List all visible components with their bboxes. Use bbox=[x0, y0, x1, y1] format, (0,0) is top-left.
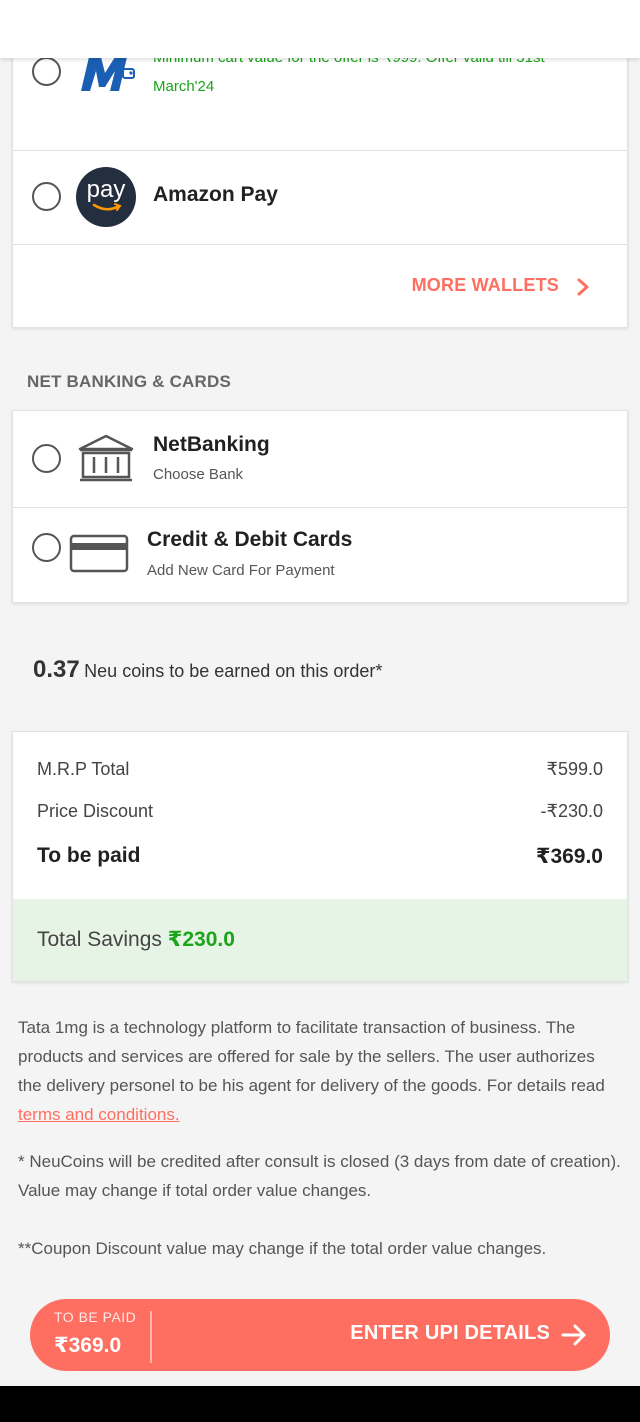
amazon-pay-label: Amazon Pay bbox=[153, 183, 278, 206]
credit-card-icon bbox=[69, 534, 129, 573]
price-discount-label: Price Discount bbox=[37, 801, 154, 821]
pay-bar-cta: ENTER UPI DETAILS bbox=[350, 1322, 550, 1344]
terms-link[interactable]: terms and conditions. bbox=[18, 1105, 180, 1124]
neucoins-note: * NeuCoins will be credited after consul… bbox=[18, 1152, 621, 1200]
amazon-pay-logo-text: pay bbox=[86, 176, 126, 203]
chevron-right-icon bbox=[577, 278, 589, 296]
mobikwik-offer-line: March'24 bbox=[153, 78, 215, 95]
enter-upi-details-button[interactable]: TO BE PAID ₹369.0 ENTER UPI DETAILS bbox=[30, 1299, 610, 1371]
mrp-total-value: ₹599.0 bbox=[546, 759, 604, 779]
price-discount-row: Price Discount -₹230.0 bbox=[37, 801, 603, 822]
top-app-bar bbox=[0, 0, 640, 58]
amazon-pay-radio[interactable] bbox=[32, 182, 61, 211]
price-summary-card: M.R.P Total ₹599.0 Price Discount -₹230.… bbox=[12, 731, 628, 982]
to-be-paid-label: To be paid bbox=[37, 844, 141, 867]
mrp-total-row: M.R.P Total ₹599.0 bbox=[37, 759, 603, 780]
pay-bar-label: TO BE PAID bbox=[54, 1309, 137, 1325]
netbanking-radio[interactable] bbox=[32, 444, 61, 473]
total-savings-value: ₹230.0 bbox=[167, 928, 235, 951]
total-savings-label: Total Savings bbox=[37, 928, 162, 951]
mrp-total-label: M.R.P Total bbox=[37, 759, 130, 779]
neucoins-value: 0.37 bbox=[33, 656, 80, 683]
bank-icon bbox=[78, 434, 134, 482]
mobikwik-radio[interactable] bbox=[32, 57, 61, 86]
amazon-smile-icon bbox=[92, 203, 122, 211]
pay-bar-amount: ₹369.0 bbox=[54, 1334, 122, 1357]
coupon-note: **Coupon Discount value may change if th… bbox=[18, 1239, 547, 1258]
disclaimer-text: Tata 1mg is a technology platform to fac… bbox=[18, 1013, 622, 1129]
more-wallets-button[interactable]: MORE WALLETS bbox=[412, 275, 559, 296]
price-discount-value: -₹230.0 bbox=[540, 801, 604, 821]
system-navigation-bar bbox=[0, 1386, 640, 1422]
more-wallets-row[interactable]: MORE WALLETS bbox=[13, 245, 627, 329]
wallet-option-amazon-pay[interactable]: pay Amazon Pay bbox=[13, 151, 627, 245]
disclaimer-body: Tata 1mg is a technology platform to fac… bbox=[18, 1018, 605, 1095]
to-be-paid-row: To be paid ₹369.0 bbox=[37, 844, 603, 868]
total-savings: Total Savings ₹230.0 bbox=[37, 927, 235, 952]
netbanking-title: NetBanking bbox=[153, 433, 270, 456]
section-title-net-banking: NET BANKING & CARDS bbox=[27, 372, 232, 391]
netbanking-subtitle: Choose Bank bbox=[153, 466, 244, 483]
net-banking-card: NetBanking Choose Bank Credit & Debit Ca… bbox=[12, 410, 628, 603]
neucoins-text: Neu coins to be earned on this order* bbox=[84, 661, 383, 681]
card-radio[interactable] bbox=[32, 533, 61, 562]
neucoins-earned: 0.37 Neu coins to be earned on this orde… bbox=[33, 656, 382, 684]
pay-bar-divider bbox=[150, 1311, 152, 1363]
netbanking-option[interactable]: NetBanking Choose Bank bbox=[13, 411, 627, 508]
amazon-pay-logo-icon: pay bbox=[76, 167, 136, 227]
credit-debit-card-option[interactable]: Credit & Debit Cards Add New Card For Pa… bbox=[13, 508, 627, 604]
total-savings-banner: Total Savings ₹230.0 bbox=[13, 899, 627, 981]
wallets-card: Minimum cart value for the offer is ₹999… bbox=[12, 20, 628, 328]
arrow-right-icon bbox=[561, 1324, 586, 1346]
cards-subtitle: Add New Card For Payment bbox=[147, 562, 335, 579]
to-be-paid-value: ₹369.0 bbox=[535, 845, 603, 868]
cards-title: Credit & Debit Cards bbox=[147, 528, 353, 551]
